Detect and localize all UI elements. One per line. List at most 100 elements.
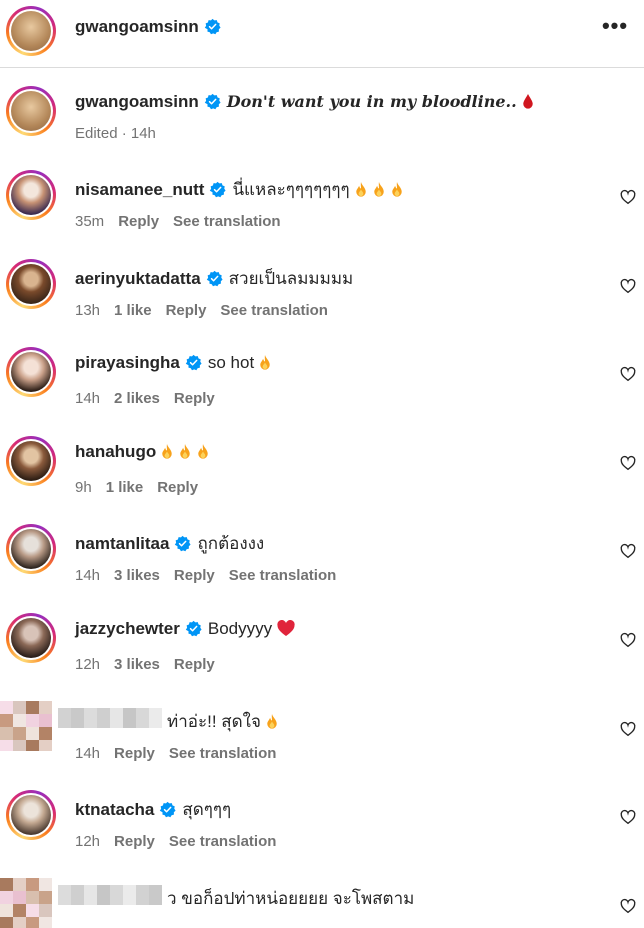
comment-time: 12h: [75, 833, 101, 850]
like-heart-icon[interactable]: [620, 721, 636, 737]
comment-time: 9h: [75, 479, 92, 496]
like-heart-icon[interactable]: [620, 632, 636, 648]
comment-avatar[interactable]: [6, 436, 56, 486]
comment-username[interactable]: nisamanee_nutt: [75, 180, 204, 199]
comment-time: 14h: [75, 567, 101, 584]
blurred-avatar: [0, 878, 52, 928]
comment-username[interactable]: ktnatacha: [75, 800, 154, 819]
blood-drop-icon: [522, 93, 533, 109]
comment-likes[interactable]: 2 likes: [114, 390, 160, 407]
reply-button[interactable]: Reply: [157, 479, 198, 496]
caption-text: Don't want you in my bloodline..: [226, 92, 517, 111]
reply-button[interactable]: Reply: [114, 745, 155, 762]
comment-line: pirayasingha so hot: [75, 353, 272, 373]
comment-avatar[interactable]: [6, 790, 56, 840]
fire-emoji-icon: [162, 443, 172, 459]
reply-button[interactable]: Reply: [174, 567, 215, 584]
comment-meta: 35m Reply See translation: [75, 213, 295, 230]
comment-line: namtanlitaa ถูกต้องงง: [75, 530, 264, 557]
reply-button[interactable]: Reply: [118, 213, 159, 230]
comment-likes[interactable]: 3 likes: [114, 656, 160, 673]
header-username[interactable]: gwangoamsinn: [75, 17, 199, 36]
red-heart-icon: [277, 620, 295, 637]
caption-username[interactable]: gwangoamsinn: [75, 92, 199, 111]
comment-line: ktnatacha สุดๆๆๆ: [75, 796, 231, 823]
comment-line: ท่าอ่ะ!! สุดใจ: [167, 708, 279, 735]
comment-username[interactable]: pirayasingha: [75, 353, 180, 372]
header-username-row[interactable]: gwangoamsinn: [75, 17, 221, 37]
comment-username[interactable]: hanahugo: [75, 442, 156, 461]
see-translation-button[interactable]: See translation: [169, 745, 277, 762]
verified-badge-icon: [175, 535, 192, 552]
comment-line: nisamanee_nutt นี่แหละๆๆๆๆๆๆๆ: [75, 176, 404, 203]
comment-meta: 12h Reply See translation: [75, 833, 290, 850]
blurred-username: [58, 708, 162, 728]
comment-avatar[interactable]: [6, 347, 56, 397]
reply-button[interactable]: Reply: [174, 656, 215, 673]
verified-badge-icon: [185, 354, 202, 371]
verified-badge-icon: [206, 270, 223, 287]
reply-button[interactable]: Reply: [114, 833, 155, 850]
fire-emoji-icon: [267, 713, 277, 729]
comment-text: สุดๆๆๆ: [182, 800, 232, 819]
comment-meta: 12h 3 likes Reply: [75, 656, 229, 673]
comment-text: ท่าอ่ะ!! สุดใจ: [167, 712, 261, 731]
comment-time: 14h: [75, 390, 101, 407]
fire-emoji-icon: [260, 354, 270, 370]
comment-text: Bodyyyy: [207, 619, 273, 638]
comment-meta: 14h 3 likes Reply See translation: [75, 567, 350, 584]
like-heart-icon[interactable]: [620, 809, 636, 825]
comment-username[interactable]: namtanlitaa: [75, 534, 169, 553]
header-avatar[interactable]: [6, 6, 56, 56]
comment-likes[interactable]: 1 like: [106, 479, 144, 496]
see-translation-button[interactable]: See translation: [169, 833, 277, 850]
comment-text: so hot: [207, 353, 255, 372]
verified-badge-icon: [204, 18, 221, 35]
comment-time: 13h: [75, 302, 101, 319]
comment-line: jazzychewter Bodyyyy: [75, 619, 296, 639]
caption-line: gwangoamsinn Don't want you in my bloodli…: [75, 92, 535, 112]
comment-meta: 14h Reply See translation: [75, 745, 290, 762]
verified-badge-icon: [210, 181, 227, 198]
fire-emoji-icon: [198, 443, 208, 459]
like-heart-icon[interactable]: [620, 455, 636, 471]
comment-avatar[interactable]: [6, 524, 56, 574]
comment-meta: 13h 1 like Reply See translation: [75, 302, 342, 319]
comment-time: 12h: [75, 656, 101, 673]
comment-avatar[interactable]: [6, 170, 56, 220]
comment-avatar[interactable]: [6, 259, 56, 309]
verified-badge-icon: [204, 93, 221, 110]
verified-badge-icon: [185, 620, 202, 637]
verified-badge-icon: [160, 801, 176, 818]
comment-likes[interactable]: 1 like: [114, 302, 152, 319]
fire-emoji-icon: [180, 443, 190, 459]
caption-meta: Edited · 14h: [75, 125, 156, 142]
blurred-avatar: [0, 701, 52, 751]
comment-username[interactable]: aerinyuktadatta: [75, 269, 201, 288]
comment-line: aerinyuktadatta สวยเป็นลมมมมม: [75, 265, 353, 292]
comment-avatar[interactable]: [6, 613, 56, 663]
comment-meta: 9h 1 like Reply: [75, 479, 212, 496]
caption-avatar[interactable]: [6, 86, 56, 136]
see-translation-button[interactable]: See translation: [229, 567, 337, 584]
reply-button[interactable]: Reply: [166, 302, 207, 319]
comment-username[interactable]: jazzychewter: [75, 619, 180, 638]
comment-line: hanahugo: [75, 442, 210, 462]
like-heart-icon[interactable]: [620, 543, 636, 559]
comment-time: 35m: [75, 213, 105, 230]
fire-emoji-icon: [373, 181, 384, 197]
like-heart-icon[interactable]: [620, 189, 636, 205]
comment-time: 14h: [75, 745, 101, 762]
fire-emoji-icon: [391, 181, 402, 197]
fire-emoji-icon: [355, 181, 366, 197]
like-heart-icon[interactable]: [620, 366, 636, 382]
see-translation-button[interactable]: See translation: [220, 302, 328, 319]
like-heart-icon[interactable]: [620, 898, 636, 914]
blurred-username: [58, 885, 162, 905]
comment-likes[interactable]: 3 likes: [114, 567, 160, 584]
comment-meta: 14h 2 likes Reply: [75, 390, 229, 407]
reply-button[interactable]: Reply: [174, 390, 215, 407]
more-horizontal-icon[interactable]: •••: [600, 14, 630, 38]
see-translation-button[interactable]: See translation: [173, 213, 281, 230]
like-heart-icon[interactable]: [620, 278, 636, 294]
